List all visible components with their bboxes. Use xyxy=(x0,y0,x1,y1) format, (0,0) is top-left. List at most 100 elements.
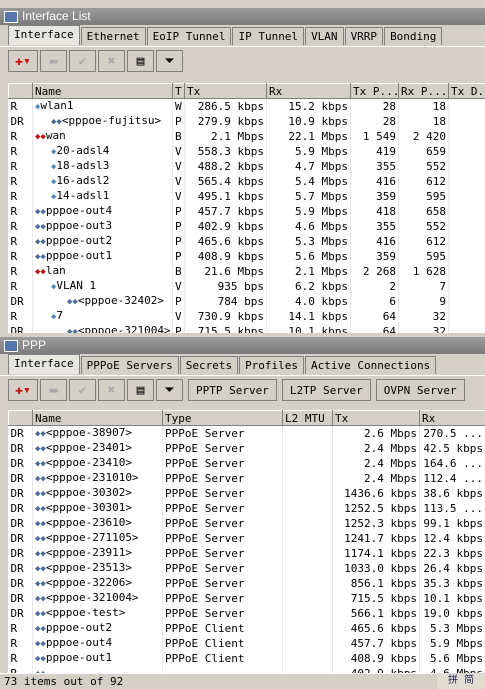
column-header[interactable]: Rx xyxy=(266,83,351,99)
ppp-icon: ◆◆ xyxy=(35,579,46,589)
table-row[interactable]: DR ◆◆<pppoe-23410> PPPoE Server 2.4 Mbps 164… xyxy=(8,456,485,471)
column-header[interactable]: Rx xyxy=(419,410,485,426)
pptp-server-button[interactable]: PPTP Server xyxy=(188,379,277,401)
row-type: P xyxy=(172,294,185,309)
table-row[interactable]: DR ◆◆<pppoe-231010> PPPoE Server 2.4 Mbps 11… xyxy=(8,471,485,486)
remove-button[interactable]: ▬ xyxy=(40,379,67,401)
l2tp-server-button[interactable]: L2TP Server xyxy=(281,379,371,401)
column-header[interactable]: Type xyxy=(162,410,283,426)
table-row[interactable]: DR ◆◆<pppoe-fujitsu> P 279.9 kbps 10.9 kbps 2… xyxy=(8,114,485,129)
table-row[interactable]: DR ◆◆<pppoe-271105> PPPoE Server 1241.7 kbp… xyxy=(8,531,485,546)
column-header[interactable]: Name xyxy=(32,410,163,426)
table-row[interactable]: DR ◆◆<pppoe-23401> PPPoE Server 2.4 Mbps 42.… xyxy=(8,441,485,456)
add-button[interactable]: ✚▾ xyxy=(8,50,38,72)
table-row[interactable]: R ◆◆wan B 2.1 Mbps 22.1 Mbps 1 549 2 420 xyxy=(8,129,485,144)
tab-interface[interactable]: Interface xyxy=(8,354,80,374)
row-name-text: <pppoe-271105> xyxy=(45,531,139,544)
tab-vlan[interactable]: VLAN xyxy=(305,27,344,45)
window-title: PPP xyxy=(22,338,47,352)
row-tx: 457.7 kbps xyxy=(332,636,420,651)
column-header[interactable]: T xyxy=(172,83,185,99)
table-row[interactable]: DR ◆◆<pppoe-23610> PPPoE Server 1252.3 kbps… xyxy=(8,516,485,531)
table-row[interactable]: R ◈VLAN 1 V 935 bps 6.2 kbps 2 7 xyxy=(8,279,485,294)
row-rx: 5.9 Mbps xyxy=(419,636,485,651)
column-header[interactable] xyxy=(8,83,33,99)
column-header[interactable] xyxy=(8,410,33,426)
table-row[interactable]: R ◆◆pppoe-out2 P 465.6 kbps 5.3 Mbps 416 612 xyxy=(8,234,485,249)
table-row[interactable]: R ◈16-adsl2 V 565.4 kbps 5.4 Mbps 416 612 xyxy=(8,174,485,189)
table-row[interactable]: DR ◆◆<pppoe-23911> PPPoE Server 1174.1 kbps… xyxy=(8,546,485,561)
tab-secrets[interactable]: Secrets xyxy=(179,356,239,374)
row-type: P xyxy=(172,234,185,249)
column-header[interactable]: Tx xyxy=(332,410,420,426)
row-name: ◈wlan1 xyxy=(32,98,173,114)
tab-ethernet[interactable]: Ethernet xyxy=(80,27,146,45)
table-row[interactable]: R ◈7 V 730.9 kbps 14.1 kbps 64 32 xyxy=(8,309,485,324)
row-name: ◆◆<pppoe-fujitsu> xyxy=(32,114,173,129)
ppp-icon: ◆◆ xyxy=(35,474,46,484)
ppp-titlebar[interactable]: PPP xyxy=(0,337,485,354)
filter-icon[interactable]: ⏷ xyxy=(156,50,183,72)
table-row[interactable]: R ◆◆pppoe-out1 P 408.9 kbps 5.6 Mbps 359 595 xyxy=(8,249,485,264)
tab-pppoe-servers[interactable]: PPPoE Servers xyxy=(80,356,179,374)
ime-tray[interactable]: 拼 简 xyxy=(437,673,485,689)
table-row[interactable]: R ◈wlan1 W 286.5 kbps 15.2 kbps 28 18 xyxy=(8,98,485,114)
row-flag: DR xyxy=(8,501,33,516)
table-row[interactable]: R ◆◆pppoe-out4 P 457.7 kbps 5.9 Mbps 418 658 xyxy=(8,204,485,219)
table-row[interactable]: R◆◆ 402.9 kbps4.6 Mbps xyxy=(8,666,485,673)
row-flag: DR xyxy=(8,561,33,576)
comment-button[interactable]: ▤ xyxy=(127,50,154,72)
filter-icon[interactable]: ⏷ xyxy=(156,379,183,401)
table-row[interactable]: DR ◆◆<pppoe-23513> PPPoE Server 1033.0 kbps… xyxy=(8,561,485,576)
enable-button[interactable]: ✔ xyxy=(69,50,96,72)
table-row[interactable]: R ◈18-adsl3 V 488.2 kbps 4.7 Mbps 355 552 xyxy=(8,159,485,174)
row-flag: R xyxy=(8,249,33,264)
row-l2mtu xyxy=(282,636,333,651)
remove-button[interactable]: ▬ xyxy=(40,50,67,72)
tab-eoip-tunnel[interactable]: EoIP Tunnel xyxy=(146,27,232,45)
enable-button[interactable]: ✔ xyxy=(69,379,96,401)
table-row[interactable]: R ◆◆pppoe-out3 P 402.9 kbps 4.6 Mbps 355 552 xyxy=(8,219,485,234)
row-tx: 1174.1 kbps xyxy=(332,546,420,561)
table-row[interactable]: DR ◆◆<pppoe-30301> PPPoE Server 1252.5 kbps… xyxy=(8,501,485,516)
add-button[interactable]: ✚▾ xyxy=(8,379,38,401)
table-row[interactable]: DR ◆◆<pppoe-test> PPPoE Server 566.1 kbps 19… xyxy=(8,606,485,621)
column-header[interactable]: Tx P... xyxy=(350,83,399,99)
table-row[interactable]: R ◆◆lan B 21.6 Mbps 2.1 Mbps 2 268 1 628 xyxy=(8,264,485,279)
row-type: PPPoE Client xyxy=(162,651,283,666)
row-tx: 558.3 kbps xyxy=(184,144,267,159)
tab-vrrp[interactable]: VRRP xyxy=(344,27,384,45)
comment-button[interactable]: ▤ xyxy=(127,379,154,401)
tab-bonding[interactable]: Bonding xyxy=(384,27,443,45)
row-rxp: 595 xyxy=(398,249,449,264)
tab-profiles[interactable]: Profiles xyxy=(239,356,305,374)
table-row[interactable]: DR ◆◆<pppoe-32402> P 784 bps 4.0 kbps 6 9 xyxy=(8,294,485,309)
row-type: PPPoE Server xyxy=(162,576,283,591)
ovpn-server-button[interactable]: OVPN Server xyxy=(375,379,465,401)
table-row[interactable]: R ◆◆pppoe-out4 PPPoE Client 457.7 kbps 5.9 M… xyxy=(8,636,485,651)
table-row[interactable]: R ◈20-adsl4 V 558.3 kbps 5.9 Mbps 419 659 xyxy=(8,144,485,159)
column-header[interactable]: Name xyxy=(32,83,173,99)
row-name-text: pppoe-out1 xyxy=(45,651,113,664)
table-row[interactable]: R ◈14-adsl1 V 495.1 kbps 5.7 Mbps 359 595 xyxy=(8,189,485,204)
table-row[interactable]: R ◆◆pppoe-out1 PPPoE Client 408.9 kbps 5.6 M… xyxy=(8,651,485,666)
disable-button[interactable]: ✖ xyxy=(98,379,125,401)
table-row[interactable]: DR ◆◆<pppoe-30302> PPPoE Server 1436.6 kbps… xyxy=(8,486,485,501)
row-rx: 6.2 kbps xyxy=(266,279,351,294)
tab-active-connections[interactable]: Active Connections xyxy=(305,356,437,374)
table-row[interactable]: R ◆◆pppoe-out2 PPPoE Client 465.6 kbps 5.3 M… xyxy=(8,621,485,636)
table-row[interactable]: DR ◆◆<pppoe-38907> PPPoE Server 2.6 Mbps 270… xyxy=(8,425,485,441)
table-row[interactable]: DR ◆◆<pppoe-321004> P 715.5 kbps 10.1 kbps 64… xyxy=(8,324,485,333)
tab-ip-tunnel[interactable]: IP Tunnel xyxy=(232,27,305,45)
table-row[interactable]: DR ◆◆<pppoe-321004> PPPoE Server 715.5 kbps… xyxy=(8,591,485,606)
disable-button[interactable]: ✖ xyxy=(98,50,125,72)
tab-interface[interactable]: Interface xyxy=(8,25,80,45)
column-header[interactable]: L2 MTU xyxy=(282,410,333,426)
interface-list-titlebar[interactable]: Interface List xyxy=(0,8,485,25)
row-type: V xyxy=(172,144,185,159)
ppp-icon: ◆◆ xyxy=(35,534,46,544)
column-header[interactable]: Tx xyxy=(184,83,267,99)
column-header[interactable]: Rx P... xyxy=(398,83,449,99)
table-row[interactable]: DR ◆◆<pppoe-32206> PPPoE Server 856.1 kbps 3… xyxy=(8,576,485,591)
column-header[interactable]: Tx D. xyxy=(448,83,485,99)
